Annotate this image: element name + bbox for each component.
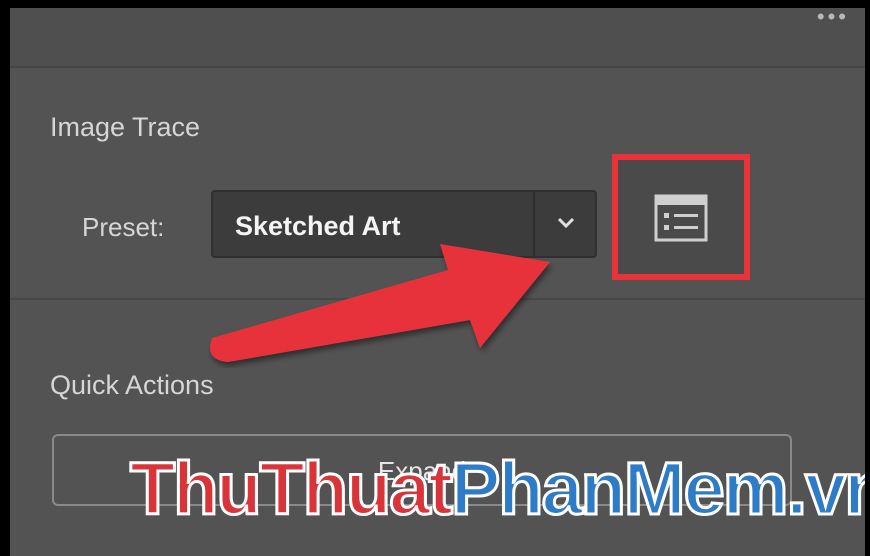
image-trace-title: Image Trace bbox=[50, 112, 201, 142]
preset-label: Preset: bbox=[82, 212, 165, 242]
panel-header: ••• bbox=[10, 8, 865, 68]
screenshot-frame: ••• Image Trace Preset: Sketched Art Qui… bbox=[0, 0, 870, 556]
watermark-part1: ThuThuat bbox=[128, 446, 454, 532]
watermark: ThuThuatPhanMem.vn bbox=[128, 446, 865, 546]
trace-options-panel-icon[interactable] bbox=[654, 194, 708, 242]
properties-panel: ••• Image Trace Preset: Sketched Art Qui… bbox=[10, 8, 865, 556]
watermark-part3: .vn bbox=[785, 446, 865, 532]
watermark-part2: PhanMem bbox=[450, 446, 791, 532]
quick-actions-title: Quick Actions bbox=[50, 370, 214, 400]
highlight-box bbox=[612, 154, 750, 280]
ellipsis-icon[interactable]: ••• bbox=[817, 8, 849, 28]
red-arrow-annotation bbox=[210, 244, 550, 362]
